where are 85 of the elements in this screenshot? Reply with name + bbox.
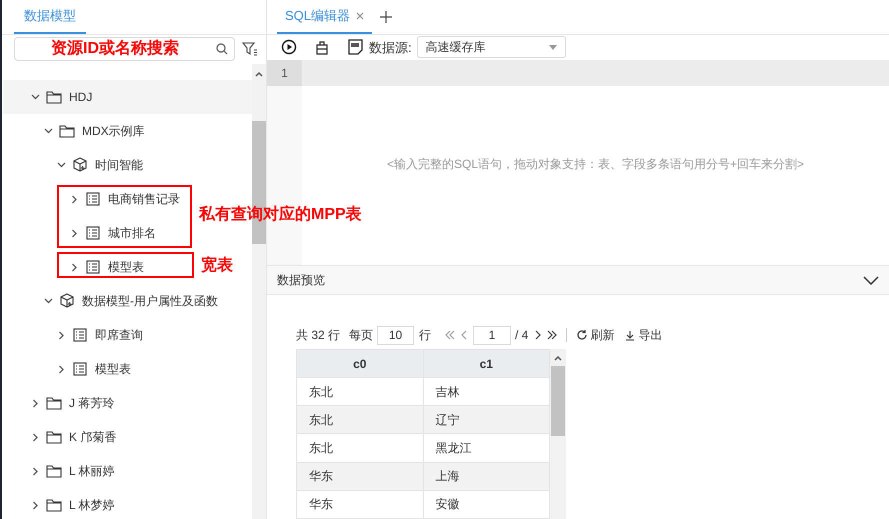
close-icon[interactable] [356, 12, 364, 20]
chevron-right-icon[interactable] [70, 228, 79, 238]
preview-title: 数据预览 [277, 272, 325, 290]
refresh-button[interactable]: 刷新 [576, 326, 614, 344]
refresh-icon [576, 329, 588, 341]
line-number: 1 [267, 60, 302, 86]
datasource-label: 数据源: [369, 38, 412, 57]
clipboard-icon[interactable] [315, 40, 329, 55]
cube-icon [72, 157, 88, 173]
table-cell: 东北 [296, 406, 423, 434]
rows-unit: 行 [419, 327, 432, 344]
table-cell: 安徽 [423, 490, 550, 518]
table-scrollbar[interactable] [550, 349, 566, 519]
scroll-thumb[interactable] [551, 366, 565, 436]
tree-item[interactable]: 即席查询 [3, 318, 147, 352]
table-cell: 华东 [296, 462, 423, 490]
table-cell: 辽宁 [423, 406, 550, 434]
chevron-right-icon[interactable] [31, 500, 40, 510]
download-icon [625, 330, 636, 340]
tree-item[interactable]: 模型表 [3, 250, 148, 284]
chevron-down-icon[interactable] [31, 92, 40, 102]
tree-item[interactable]: 时间智能 [3, 148, 147, 182]
add-tab-icon[interactable] [380, 11, 392, 23]
chevron-right-icon[interactable] [31, 398, 40, 408]
chevron-right-icon[interactable] [31, 466, 40, 476]
chevron-right-icon[interactable] [57, 364, 66, 374]
next-page-icon[interactable] [535, 330, 542, 340]
table-cell: 东北 [296, 378, 423, 406]
chevron-right-icon[interactable] [31, 432, 40, 442]
table-icon [72, 327, 88, 343]
annotation-text: 宽表 [201, 255, 233, 276]
chevron-down-icon[interactable] [44, 296, 53, 306]
chevron-right-icon[interactable] [70, 194, 79, 204]
folder-icon [46, 429, 62, 445]
table-cell: 华东 [296, 490, 423, 518]
page-field[interactable]: 1 [473, 326, 512, 344]
first-page-icon[interactable] [445, 330, 456, 340]
row-count: 共 32 行 [296, 327, 340, 344]
scroll-up-icon[interactable] [255, 71, 263, 77]
per-page-field[interactable]: 10 [377, 326, 414, 344]
table-icon [85, 191, 101, 207]
per-page-label: 每页 [349, 327, 374, 344]
folder-icon [46, 89, 62, 105]
column-header[interactable]: c0 [296, 350, 423, 378]
tree-item[interactable]: HDJ [3, 80, 252, 114]
folder-icon [46, 497, 62, 513]
search-icon [216, 43, 228, 55]
tree-item[interactable]: J 蒋芳玲 [3, 386, 118, 420]
sql-file-icon[interactable] [348, 39, 363, 56]
prev-page-icon[interactable] [461, 330, 468, 340]
tree-item[interactable]: 电商销售记录 [3, 182, 184, 216]
chevron-right-icon[interactable] [70, 262, 79, 272]
datasource-select[interactable]: 高速缓存库 [416, 36, 566, 58]
collapse-icon[interactable] [863, 276, 879, 285]
tree-item[interactable]: K 邝菊香 [3, 420, 120, 454]
tree-item[interactable]: 模型表 [3, 352, 135, 386]
page-total: / 4 [515, 327, 528, 344]
dropdown-icon [548, 44, 557, 50]
annotation-text: 私有查询对应的MPP表 [199, 204, 362, 225]
tree-item[interactable]: L 林丽婷 [3, 454, 119, 488]
scroll-up-icon[interactable] [554, 355, 562, 361]
table-cell: 黑龙江 [423, 434, 550, 462]
table-icon [72, 361, 88, 377]
folder-icon [46, 463, 62, 479]
table-icon [85, 225, 101, 241]
filter-icon[interactable] [242, 42, 258, 56]
run-icon[interactable] [281, 39, 297, 56]
tree-item[interactable]: 城市排名 [3, 216, 160, 250]
cube-icon [59, 293, 75, 309]
last-page-icon[interactable] [547, 330, 558, 340]
table-cell: 吉林 [423, 378, 550, 406]
table-cell: 上海 [423, 462, 550, 490]
chevron-down-icon[interactable] [57, 160, 66, 170]
table-icon [85, 259, 101, 275]
chevron-right-icon[interactable] [57, 330, 66, 340]
folder-icon [59, 123, 75, 139]
chevron-down-icon[interactable] [44, 126, 53, 136]
tree-item[interactable]: L 林梦婷 [3, 488, 119, 519]
column-header[interactable]: c1 [423, 350, 550, 378]
tree-item[interactable]: MDX示例库 [3, 114, 149, 148]
search-field[interactable]: 资源ID或名称搜索 [14, 37, 235, 61]
export-button[interactable]: 导出 [625, 326, 662, 344]
folder-icon [46, 395, 62, 411]
tree-item[interactable]: 数据模型-用户属性及函数 [3, 284, 222, 318]
table-cell: 东北 [296, 434, 423, 462]
